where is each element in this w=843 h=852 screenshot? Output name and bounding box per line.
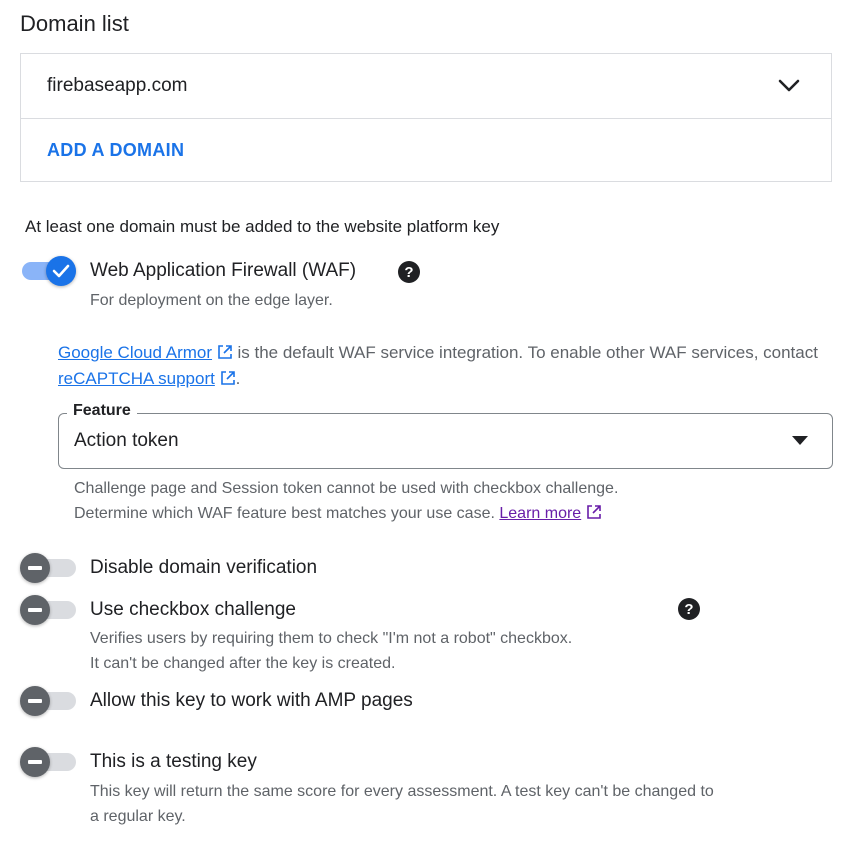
waf-info-text-2: . — [235, 369, 241, 388]
waf-description: For deployment on the edge layer. — [90, 292, 333, 309]
waf-label: Web Application Firewall (WAF) — [90, 260, 357, 281]
disable-domain-verification-label: Disable domain verification — [90, 557, 318, 578]
check-icon — [52, 264, 70, 278]
checkbox-challenge-desc-line-1: Verifies users by requiring them to chec… — [90, 630, 573, 647]
amp-pages-toggle[interactable] — [20, 686, 78, 716]
help-icon[interactable]: ? — [678, 598, 700, 620]
external-link-icon — [217, 345, 232, 359]
external-link-icon — [220, 371, 235, 385]
caret-down-icon[interactable] — [792, 436, 808, 445]
feature-selected-value: Action token — [74, 430, 179, 451]
testing-key-desc-line-2: a regular key. — [90, 808, 186, 825]
feature-help-line-2: Determine which WAF feature best matches… — [74, 501, 814, 526]
testing-key-desc-line-1: This key will return the same score for … — [90, 783, 714, 800]
google-cloud-armor-link[interactable]: Google Cloud Armor — [58, 343, 212, 362]
testing-key-toggle[interactable] — [20, 747, 78, 777]
svg-text:?: ? — [404, 264, 413, 281]
checkbox-challenge-toggle[interactable] — [20, 595, 78, 625]
domain-name: firebaseapp.com — [47, 75, 188, 96]
learn-more-link[interactable]: Learn more — [499, 505, 581, 522]
add-domain-button[interactable]: ADD A DOMAIN — [47, 140, 184, 161]
domain-required-note: At least one domain must be added to the… — [25, 217, 500, 236]
waf-info-text-1: is the default WAF service integration. … — [232, 343, 818, 362]
domain-list-title: Domain list — [20, 11, 129, 36]
feature-help-line-1: Challenge page and Session token cannot … — [74, 480, 619, 497]
testing-key-label: This is a testing key — [90, 751, 257, 772]
domain-row[interactable]: firebaseapp.com — [21, 54, 831, 119]
help-icon[interactable]: ? — [398, 261, 420, 283]
checkbox-challenge-label: Use checkbox challenge — [90, 599, 296, 620]
feature-legend: Feature — [67, 402, 137, 420]
domain-list-panel: firebaseapp.com ADD A DOMAIN — [20, 53, 832, 182]
feature-select[interactable]: Feature Action token — [58, 402, 833, 469]
amp-pages-label: Allow this key to work with AMP pages — [90, 690, 413, 711]
checkbox-challenge-desc-line-2: It can't be changed after the key is cre… — [90, 655, 396, 672]
feature-help-line-2-text: Determine which WAF feature best matches… — [74, 505, 495, 522]
external-link-icon — [586, 505, 601, 519]
disable-domain-verification-toggle[interactable] — [20, 553, 78, 583]
chevron-down-icon[interactable] — [777, 76, 801, 96]
feature-help-text: Challenge page and Session token cannot … — [74, 476, 814, 526]
svg-text:?: ? — [684, 601, 693, 618]
waf-info-text: Google Cloud Armor is the default WAF se… — [58, 340, 818, 392]
waf-toggle[interactable] — [20, 256, 78, 286]
testing-key-description: This key will return the same score for … — [90, 779, 835, 829]
checkbox-challenge-description: Verifies users by requiring them to chec… — [90, 626, 572, 676]
recaptcha-support-link[interactable]: reCAPTCHA support — [58, 369, 215, 388]
